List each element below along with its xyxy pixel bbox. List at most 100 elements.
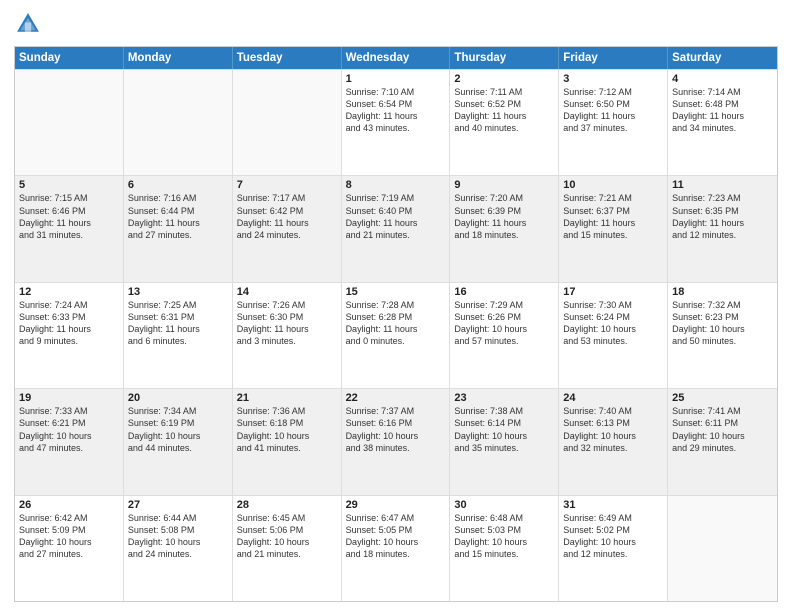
- calendar-cell-empty: [233, 70, 342, 175]
- cell-info-line: Daylight: 11 hours: [128, 217, 228, 229]
- cell-info-line: Sunrise: 7:33 AM: [19, 405, 119, 417]
- logo: [14, 10, 46, 38]
- cell-info-line: Sunrise: 7:17 AM: [237, 192, 337, 204]
- cell-info-line: Daylight: 11 hours: [19, 323, 119, 335]
- cell-info-line: Sunset: 6:37 PM: [563, 205, 663, 217]
- cell-info-line: Daylight: 10 hours: [672, 430, 773, 442]
- cell-info-line: and 3 minutes.: [237, 335, 337, 347]
- cell-info-line: Sunset: 6:18 PM: [237, 417, 337, 429]
- cell-info-line: Sunset: 5:05 PM: [346, 524, 446, 536]
- cell-info-line: Sunset: 6:11 PM: [672, 417, 773, 429]
- day-number: 18: [672, 286, 773, 298]
- calendar-day-17: 17Sunrise: 7:30 AMSunset: 6:24 PMDayligh…: [559, 283, 668, 388]
- day-number: 15: [346, 286, 446, 298]
- calendar-day-2: 2Sunrise: 7:11 AMSunset: 6:52 PMDaylight…: [450, 70, 559, 175]
- calendar-day-28: 28Sunrise: 6:45 AMSunset: 5:06 PMDayligh…: [233, 496, 342, 601]
- cell-info-line: Daylight: 10 hours: [346, 430, 446, 442]
- cell-info-line: Daylight: 10 hours: [454, 430, 554, 442]
- cell-info-line: Sunrise: 7:28 AM: [346, 299, 446, 311]
- calendar-cell-empty: [668, 496, 777, 601]
- cell-info-line: Sunrise: 6:47 AM: [346, 512, 446, 524]
- calendar-day-21: 21Sunrise: 7:36 AMSunset: 6:18 PMDayligh…: [233, 389, 342, 494]
- day-number: 8: [346, 179, 446, 191]
- calendar-cell-empty: [124, 70, 233, 175]
- cell-info-line: Daylight: 10 hours: [237, 430, 337, 442]
- cell-info-line: Sunrise: 7:37 AM: [346, 405, 446, 417]
- cell-info-line: Daylight: 11 hours: [454, 217, 554, 229]
- cell-info-line: Sunrise: 7:34 AM: [128, 405, 228, 417]
- calendar-day-26: 26Sunrise: 6:42 AMSunset: 5:09 PMDayligh…: [15, 496, 124, 601]
- cell-info-line: and 24 minutes.: [237, 229, 337, 241]
- cell-info-line: Sunrise: 7:16 AM: [128, 192, 228, 204]
- day-number: 20: [128, 392, 228, 404]
- cell-info-line: Sunrise: 7:24 AM: [19, 299, 119, 311]
- cell-info-line: Sunset: 6:54 PM: [346, 98, 446, 110]
- cell-info-line: Daylight: 10 hours: [454, 536, 554, 548]
- day-number: 31: [563, 499, 663, 511]
- day-number: 25: [672, 392, 773, 404]
- calendar-day-18: 18Sunrise: 7:32 AMSunset: 6:23 PMDayligh…: [668, 283, 777, 388]
- calendar-row-4: 19Sunrise: 7:33 AMSunset: 6:21 PM Dayligh…: [15, 388, 777, 494]
- cell-info-line: Sunrise: 7:21 AM: [563, 192, 663, 204]
- weekday-header-monday: Monday: [124, 47, 233, 69]
- cell-info-line: and 34 minutes.: [672, 122, 773, 134]
- day-number: 24: [563, 392, 663, 404]
- calendar-day-12: 12Sunrise: 7:24 AMSunset: 6:33 PMDayligh…: [15, 283, 124, 388]
- cell-info-line: Sunrise: 7:41 AM: [672, 405, 773, 417]
- cell-info-line: Sunrise: 7:29 AM: [454, 299, 554, 311]
- cell-info-line: Sunset: 6:48 PM: [672, 98, 773, 110]
- cell-info-line: Sunset: 6:21 PM: [19, 417, 119, 429]
- day-number: 19: [19, 392, 119, 404]
- cell-info-line: Daylight: 10 hours: [563, 430, 663, 442]
- calendar-day-20: 20Sunrise: 7:34 AMSunset: 6:19 PMDayligh…: [124, 389, 233, 494]
- cell-info-line: and 21 minutes.: [346, 229, 446, 241]
- cell-info-line: Sunset: 6:31 PM: [128, 311, 228, 323]
- cell-info-line: and 31 minutes.: [19, 229, 119, 241]
- cell-info-line: and 18 minutes.: [346, 548, 446, 560]
- cell-info-line: and 35 minutes.: [454, 442, 554, 454]
- day-number: 16: [454, 286, 554, 298]
- cell-info-line: Sunset: 6:13 PM: [563, 417, 663, 429]
- cell-info-line: and 24 minutes.: [128, 548, 228, 560]
- cell-info-line: Daylight: 11 hours: [672, 217, 773, 229]
- calendar-day-5: 5Sunrise: 7:15 AMSunset: 6:46 PMDaylight…: [15, 176, 124, 281]
- cell-info-line: Daylight: 10 hours: [19, 536, 119, 548]
- cell-info-line: and 47 minutes.: [19, 442, 119, 454]
- cell-info-line: Sunrise: 7:30 AM: [563, 299, 663, 311]
- weekday-header-saturday: Saturday: [668, 47, 777, 69]
- cell-info-line: Daylight: 10 hours: [346, 536, 446, 548]
- cell-info-line: Sunset: 6:44 PM: [128, 205, 228, 217]
- cell-info-line: and 12 minutes.: [563, 548, 663, 560]
- cell-info-line: Sunrise: 7:15 AM: [19, 192, 119, 204]
- calendar-day-15: 15Sunrise: 7:28 AMSunset: 6:28 PMDayligh…: [342, 283, 451, 388]
- calendar-header: SundayMondayTuesdayWednesdayThursdayFrid…: [15, 47, 777, 69]
- calendar-day-14: 14Sunrise: 7:26 AMSunset: 6:30 PMDayligh…: [233, 283, 342, 388]
- cell-info-line: Daylight: 11 hours: [19, 217, 119, 229]
- cell-info-line: and 43 minutes.: [346, 122, 446, 134]
- cell-info-line: Sunset: 5:09 PM: [19, 524, 119, 536]
- day-number: 2: [454, 73, 554, 85]
- day-number: 1: [346, 73, 446, 85]
- calendar-day-29: 29Sunrise: 6:47 AMSunset: 5:05 PMDayligh…: [342, 496, 451, 601]
- cell-info-line: and 41 minutes.: [237, 442, 337, 454]
- cell-info-line: Sunrise: 6:45 AM: [237, 512, 337, 524]
- calendar-day-27: 27Sunrise: 6:44 AMSunset: 5:08 PMDayligh…: [124, 496, 233, 601]
- calendar-day-19: 19Sunrise: 7:33 AMSunset: 6:21 PMDayligh…: [15, 389, 124, 494]
- day-number: 5: [19, 179, 119, 191]
- cell-info-line: Daylight: 10 hours: [454, 323, 554, 335]
- calendar-row-2: 5Sunrise: 7:15 AMSunset: 6:46 PMDaylight…: [15, 175, 777, 281]
- calendar-row-3: 12Sunrise: 7:24 AMSunset: 6:33 PMDayligh…: [15, 282, 777, 388]
- cell-info-line: Daylight: 10 hours: [563, 536, 663, 548]
- logo-icon: [14, 10, 42, 38]
- cell-info-line: and 21 minutes.: [237, 548, 337, 560]
- cell-info-line: Sunset: 6:30 PM: [237, 311, 337, 323]
- cell-info-line: Sunset: 6:26 PM: [454, 311, 554, 323]
- cell-info-line: Daylight: 11 hours: [563, 110, 663, 122]
- cell-info-line: Daylight: 10 hours: [237, 536, 337, 548]
- cell-info-line: Sunset: 5:06 PM: [237, 524, 337, 536]
- cell-info-line: Daylight: 11 hours: [672, 110, 773, 122]
- day-number: 17: [563, 286, 663, 298]
- cell-info-line: Sunrise: 6:44 AM: [128, 512, 228, 524]
- weekday-header-tuesday: Tuesday: [233, 47, 342, 69]
- cell-info-line: Sunset: 6:16 PM: [346, 417, 446, 429]
